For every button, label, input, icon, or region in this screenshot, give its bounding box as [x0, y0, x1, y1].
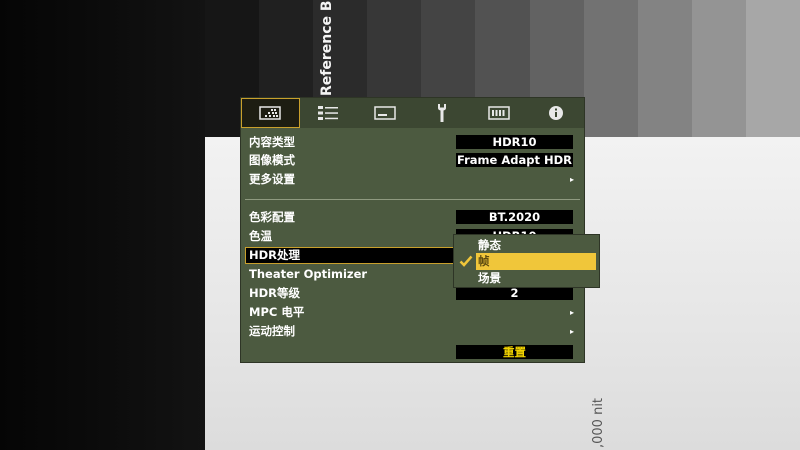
menu-item-more-settings[interactable]: 更多设置 ▸ — [245, 171, 578, 188]
chevron-right-icon: ▸ — [569, 175, 574, 184]
info-icon — [548, 106, 563, 120]
popup-option-static[interactable]: 静态 — [454, 237, 599, 254]
menu-item-motion-control[interactable]: 运动控制 ▸ — [245, 323, 578, 340]
reference-black-text: Reference Bla — [319, 0, 335, 96]
hdr-level-value: 2 — [456, 286, 573, 300]
gray-bar — [745, 0, 800, 137]
popup-option-scene[interactable]: 场景 — [454, 270, 599, 287]
content-type-value: HDR10 — [456, 135, 573, 149]
gray-bar — [637, 0, 692, 137]
picture-icon — [259, 106, 282, 120]
tab-function[interactable] — [470, 98, 527, 128]
selection-highlight — [476, 253, 596, 270]
gray-bar — [691, 0, 746, 137]
color-profile-value: BT.2020 — [456, 210, 573, 224]
tab-input[interactable] — [300, 98, 357, 128]
picture-mode-value: Frame Adapt HDR — [456, 153, 573, 167]
function-icon — [487, 106, 510, 120]
menu-tabs — [241, 98, 584, 128]
menu-item-picture-mode[interactable]: 图像模式 Frame Adapt HDR — [245, 152, 578, 169]
display-icon — [374, 106, 396, 120]
dark-background — [0, 0, 205, 450]
wrench-icon — [437, 104, 446, 122]
tab-picture[interactable] — [241, 98, 300, 128]
tab-display[interactable] — [357, 98, 414, 128]
tab-installation[interactable] — [413, 98, 470, 128]
input-icon — [318, 106, 339, 120]
menu-item-color-profile[interactable]: 色彩配置 BT.2020 — [245, 209, 578, 226]
chevron-right-icon: ▸ — [569, 308, 574, 317]
checkmark-icon — [459, 255, 473, 267]
gray-bar — [583, 0, 638, 137]
picture-settings-menu: 内容类型 HDR10 图像模式 Frame Adapt HDR 更多设置 ▸ 色… — [240, 97, 585, 363]
reset-button[interactable]: 重置 — [456, 345, 573, 359]
nit-label-text: ,000 nit — [591, 397, 606, 448]
menu-item-mpc-level[interactable]: MPC 电平 ▸ — [245, 304, 578, 321]
tab-information[interactable] — [527, 98, 584, 128]
menu-divider — [245, 199, 580, 200]
hdr-processing-popup: 静态 帧 场景 — [453, 234, 600, 288]
menu-item-content-type[interactable]: 内容类型 HDR10 — [245, 134, 578, 151]
chevron-right-icon: ▸ — [569, 327, 574, 336]
popup-option-frame[interactable]: 帧 — [454, 253, 599, 270]
